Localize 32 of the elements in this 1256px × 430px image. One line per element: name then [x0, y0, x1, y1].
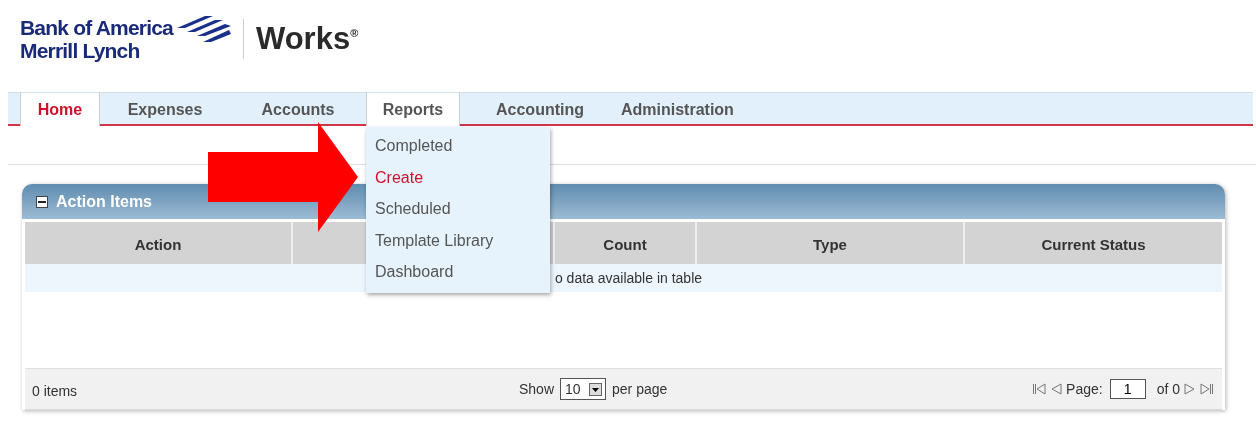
nav-tab[interactable]: Expenses — [100, 93, 230, 126]
menu-item[interactable]: Template Library — [366, 224, 550, 256]
menu-item[interactable]: Create — [366, 161, 550, 193]
nav-tab[interactable]: Accounts — [230, 93, 366, 126]
page-total: of 0 — [1156, 381, 1180, 397]
first-page-icon[interactable] — [1032, 382, 1047, 396]
page-label: Page: — [1066, 381, 1103, 397]
next-page-icon[interactable] — [1183, 382, 1197, 396]
nav-tab[interactable]: Reports — [366, 93, 460, 126]
nav-tab[interactable]: Accounting — [460, 93, 620, 126]
panel-title: Action Items — [56, 192, 152, 211]
column-header[interactable]: Type — [697, 222, 963, 264]
previous-page-icon[interactable] — [1049, 382, 1064, 396]
menu-item[interactable]: Completed — [366, 130, 550, 162]
per-page-label: per page — [612, 381, 668, 397]
column-header[interactable]: Action — [25, 222, 291, 264]
empty-message: o data available in table — [554, 270, 703, 286]
product-name: Works$^{®}$ — [255, 21, 359, 57]
logo-text: Bank of America — [20, 16, 173, 39]
column-header[interactable]: Current Status — [965, 222, 1222, 264]
nav-tab[interactable]: Home — [20, 93, 100, 126]
logo-text: Merrill Lynch — [20, 39, 141, 62]
menu-item[interactable]: Scheduled — [366, 193, 550, 225]
item-count: 0 items — [32, 383, 78, 399]
show-label: Show — [519, 381, 555, 397]
page-field[interactable]: 1 — [1109, 379, 1146, 399]
page-size-select[interactable]: 10 — [560, 378, 607, 400]
collapse-icon[interactable] — [36, 195, 48, 208]
column-header[interactable]: Count — [555, 222, 695, 264]
last-page-icon[interactable] — [1200, 382, 1214, 396]
menu-item[interactable]: Dashboard — [366, 256, 550, 288]
nav-tab[interactable]: Administration — [620, 93, 735, 126]
